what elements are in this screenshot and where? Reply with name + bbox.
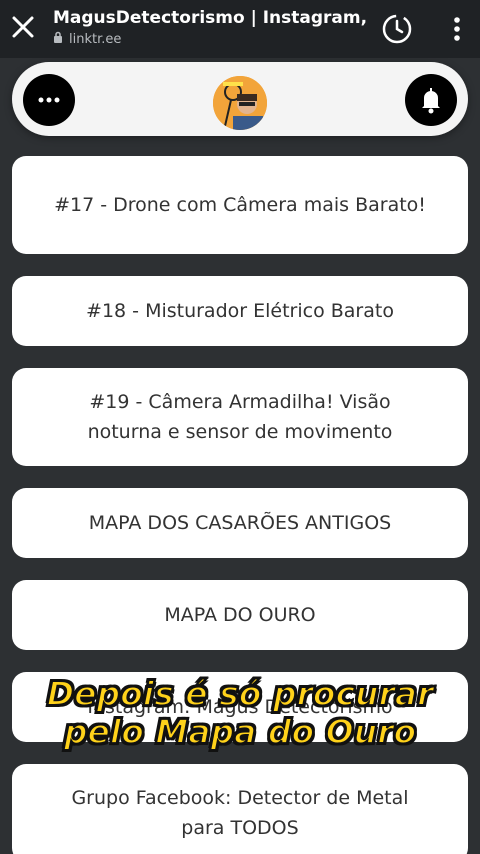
close-icon[interactable] (8, 12, 38, 42)
profile-header (12, 62, 468, 136)
link-button-facebook-group[interactable]: Grupo Facebook: Detector de Metal para T… (12, 764, 468, 854)
link-button-mapa-ouro[interactable]: MAPA DO OURO (12, 580, 468, 650)
url-text: linktr.ee (69, 31, 122, 47)
browser-toolbar: MagusDetectorismo | Instagram, linktr.ee (0, 0, 480, 58)
caption-line-1: Depois é só procurar (46, 674, 435, 714)
page-title: MagusDetectorismo | Instagram, (53, 8, 368, 28)
browser-title-block: MagusDetectorismo | Instagram, linktr.ee (53, 8, 368, 47)
video-caption: Depois é só procurar pelo Mapa do Ouro (0, 674, 480, 752)
bell-icon[interactable] (405, 74, 457, 126)
link-button-19[interactable]: #19 - Câmera Armadilha! Visão noturna e … (12, 368, 468, 466)
history-icon[interactable] (380, 12, 414, 46)
more-vertical-icon[interactable] (445, 12, 469, 46)
caption-line-2: pelo Mapa do Ouro (63, 712, 417, 752)
link-button-17[interactable]: #17 - Drone com Câmera mais Barato! (12, 156, 468, 254)
link-button-18[interactable]: #18 - Misturador Elétrico Barato (12, 276, 468, 346)
lock-icon (53, 31, 63, 47)
url-bar[interactable]: linktr.ee (53, 31, 353, 47)
link-button-mapa-casaroes[interactable]: MAPA DOS CASARÕES ANTIGOS (12, 488, 468, 558)
avatar[interactable] (213, 76, 267, 130)
more-horizontal-icon[interactable] (23, 74, 75, 126)
